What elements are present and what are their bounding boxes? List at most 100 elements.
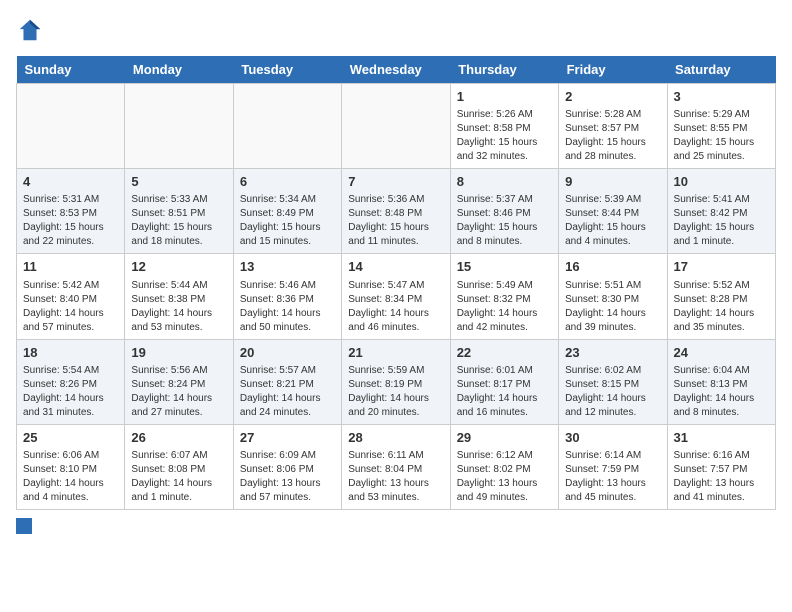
day-info: Sunrise: 6:11 AM Sunset: 8:04 PM Dayligh… [348,449,443,505]
day-number: 2 [565,88,660,106]
calendar-cell: 27Sunrise: 6:09 AM Sunset: 8:06 PM Dayli… [233,424,341,509]
day-number: 11 [23,258,118,276]
day-number: 8 [457,173,552,191]
day-info: Sunrise: 5:39 AM Sunset: 8:44 PM Dayligh… [565,193,660,249]
day-number: 19 [131,344,226,362]
calendar-week-row: 11 Sunrise: 5:42 AM Sunset: 8:40 PM Dayli… [17,254,776,339]
logo [16,16,48,44]
day-of-week-header: Sunday [17,56,125,84]
day-info: Sunrise: 5:42 AM Sunset: 8:40 PM Dayligh… [23,279,118,335]
calendar-cell: 10 Sunrise: 5:41 AM Sunset: 8:42 PM Dayli… [667,169,775,254]
day-of-week-header: Wednesday [342,56,450,84]
day-info: Sunrise: 6:12 AM Sunset: 8:02 PM Dayligh… [457,449,552,505]
day-number: 10 [674,173,769,191]
day-number: 3 [674,88,769,106]
day-number: 14 [348,258,443,276]
calendar-cell [125,84,233,169]
day-info: Sunrise: 5:51 AM Sunset: 8:30 PM Dayligh… [565,279,660,335]
day-info: Sunrise: 6:06 AM Sunset: 8:10 PM Dayligh… [23,449,118,505]
day-info: Sunrise: 6:02 AM Sunset: 8:15 PM Dayligh… [565,364,660,420]
day-info: Sunrise: 6:16 AM Sunset: 7:57 PM Dayligh… [674,449,769,505]
header-row: SundayMondayTuesdayWednesdayThursdayFrid… [17,56,776,84]
day-info: Sunrise: 5:41 AM Sunset: 8:42 PM Dayligh… [674,193,769,249]
header [16,16,776,44]
day-number: 22 [457,344,552,362]
calendar-cell: 17 Sunrise: 5:52 AM Sunset: 8:28 PM Dayli… [667,254,775,339]
calendar-cell: 16 Sunrise: 5:51 AM Sunset: 8:30 PM Dayli… [559,254,667,339]
calendar-cell: 5 Sunrise: 5:33 AM Sunset: 8:51 PM Daylig… [125,169,233,254]
calendar-cell [17,84,125,169]
day-info: Sunrise: 5:44 AM Sunset: 8:38 PM Dayligh… [131,279,226,335]
calendar-cell: 18 Sunrise: 5:54 AM Sunset: 8:26 PM Dayli… [17,339,125,424]
day-number: 20 [240,344,335,362]
day-number: 18 [23,344,118,362]
day-number: 16 [565,258,660,276]
day-number: 5 [131,173,226,191]
day-info: Sunrise: 5:52 AM Sunset: 8:28 PM Dayligh… [674,279,769,335]
legend [16,518,776,534]
calendar-cell: 26Sunrise: 6:07 AM Sunset: 8:08 PM Dayli… [125,424,233,509]
calendar-cell: 9 Sunrise: 5:39 AM Sunset: 8:44 PM Daylig… [559,169,667,254]
day-of-week-header: Saturday [667,56,775,84]
day-info: Sunrise: 5:47 AM Sunset: 8:34 PM Dayligh… [348,279,443,335]
calendar-cell: 3 Sunrise: 5:29 AM Sunset: 8:55 PM Daylig… [667,84,775,169]
calendar-cell: 28 Sunrise: 6:11 AM Sunset: 8:04 PM Dayli… [342,424,450,509]
day-info: Sunrise: 6:04 AM Sunset: 8:13 PM Dayligh… [674,364,769,420]
day-number: 1 [457,88,552,106]
calendar-cell: 30Sunrise: 6:14 AM Sunset: 7:59 PM Dayli… [559,424,667,509]
calendar-cell: 29 Sunrise: 6:12 AM Sunset: 8:02 PM Dayli… [450,424,558,509]
day-info: Sunrise: 6:14 AM Sunset: 7:59 PM Dayligh… [565,449,660,505]
calendar-cell: 31Sunrise: 6:16 AM Sunset: 7:57 PM Dayli… [667,424,775,509]
calendar-cell: 11 Sunrise: 5:42 AM Sunset: 8:40 PM Dayli… [17,254,125,339]
day-of-week-header: Thursday [450,56,558,84]
calendar-cell: 23Sunrise: 6:02 AM Sunset: 8:15 PM Dayli… [559,339,667,424]
day-info: Sunrise: 5:36 AM Sunset: 8:48 PM Dayligh… [348,193,443,249]
day-number: 9 [565,173,660,191]
calendar-cell [233,84,341,169]
day-info: Sunrise: 5:28 AM Sunset: 8:57 PM Dayligh… [565,108,660,164]
day-info: Sunrise: 5:56 AM Sunset: 8:24 PM Dayligh… [131,364,226,420]
calendar-week-row: 18 Sunrise: 5:54 AM Sunset: 8:26 PM Dayli… [17,339,776,424]
day-info: Sunrise: 5:33 AM Sunset: 8:51 PM Dayligh… [131,193,226,249]
day-info: Sunrise: 5:46 AM Sunset: 8:36 PM Dayligh… [240,279,335,335]
day-of-week-header: Tuesday [233,56,341,84]
calendar-table: SundayMondayTuesdayWednesdayThursdayFrid… [16,56,776,510]
calendar-cell: 1 Sunrise: 5:26 AM Sunset: 8:58 PM Daylig… [450,84,558,169]
day-info: Sunrise: 5:26 AM Sunset: 8:58 PM Dayligh… [457,108,552,164]
calendar-cell: 15 Sunrise: 5:49 AM Sunset: 8:32 PM Dayli… [450,254,558,339]
calendar-cell: 22 Sunrise: 6:01 AM Sunset: 8:17 PM Dayli… [450,339,558,424]
day-info: Sunrise: 5:59 AM Sunset: 8:19 PM Dayligh… [348,364,443,420]
calendar-cell: 19 Sunrise: 5:56 AM Sunset: 8:24 PM Dayli… [125,339,233,424]
day-info: Sunrise: 5:37 AM Sunset: 8:46 PM Dayligh… [457,193,552,249]
day-number: 12 [131,258,226,276]
day-number: 21 [348,344,443,362]
calendar-cell: 12 Sunrise: 5:44 AM Sunset: 8:38 PM Dayli… [125,254,233,339]
calendar-cell: 4Sunrise: 5:31 AM Sunset: 8:53 PM Daylig… [17,169,125,254]
day-info: Sunrise: 5:49 AM Sunset: 8:32 PM Dayligh… [457,279,552,335]
day-number: 27 [240,429,335,447]
day-number: 26 [131,429,226,447]
day-of-week-header: Friday [559,56,667,84]
day-number: 28 [348,429,443,447]
calendar-cell: 21 Sunrise: 5:59 AM Sunset: 8:19 PM Dayli… [342,339,450,424]
day-number: 6 [240,173,335,191]
day-info: Sunrise: 5:54 AM Sunset: 8:26 PM Dayligh… [23,364,118,420]
day-number: 17 [674,258,769,276]
day-info: Sunrise: 5:31 AM Sunset: 8:53 PM Dayligh… [23,193,118,249]
calendar-cell: 2 Sunrise: 5:28 AM Sunset: 8:57 PM Daylig… [559,84,667,169]
calendar-cell: 7Sunrise: 5:36 AM Sunset: 8:48 PM Daylig… [342,169,450,254]
calendar-cell: 6Sunrise: 5:34 AM Sunset: 8:49 PM Daylig… [233,169,341,254]
day-number: 13 [240,258,335,276]
calendar-week-row: 25Sunrise: 6:06 AM Sunset: 8:10 PM Dayli… [17,424,776,509]
calendar-week-row: 1 Sunrise: 5:26 AM Sunset: 8:58 PM Daylig… [17,84,776,169]
calendar-cell: 25Sunrise: 6:06 AM Sunset: 8:10 PM Dayli… [17,424,125,509]
day-info: Sunrise: 6:01 AM Sunset: 8:17 PM Dayligh… [457,364,552,420]
day-number: 29 [457,429,552,447]
day-info: Sunrise: 5:29 AM Sunset: 8:55 PM Dayligh… [674,108,769,164]
day-info: Sunrise: 5:57 AM Sunset: 8:21 PM Dayligh… [240,364,335,420]
calendar-cell: 24Sunrise: 6:04 AM Sunset: 8:13 PM Dayli… [667,339,775,424]
day-of-week-header: Monday [125,56,233,84]
calendar-cell: 14 Sunrise: 5:47 AM Sunset: 8:34 PM Dayli… [342,254,450,339]
day-number: 15 [457,258,552,276]
calendar-week-row: 4Sunrise: 5:31 AM Sunset: 8:53 PM Daylig… [17,169,776,254]
